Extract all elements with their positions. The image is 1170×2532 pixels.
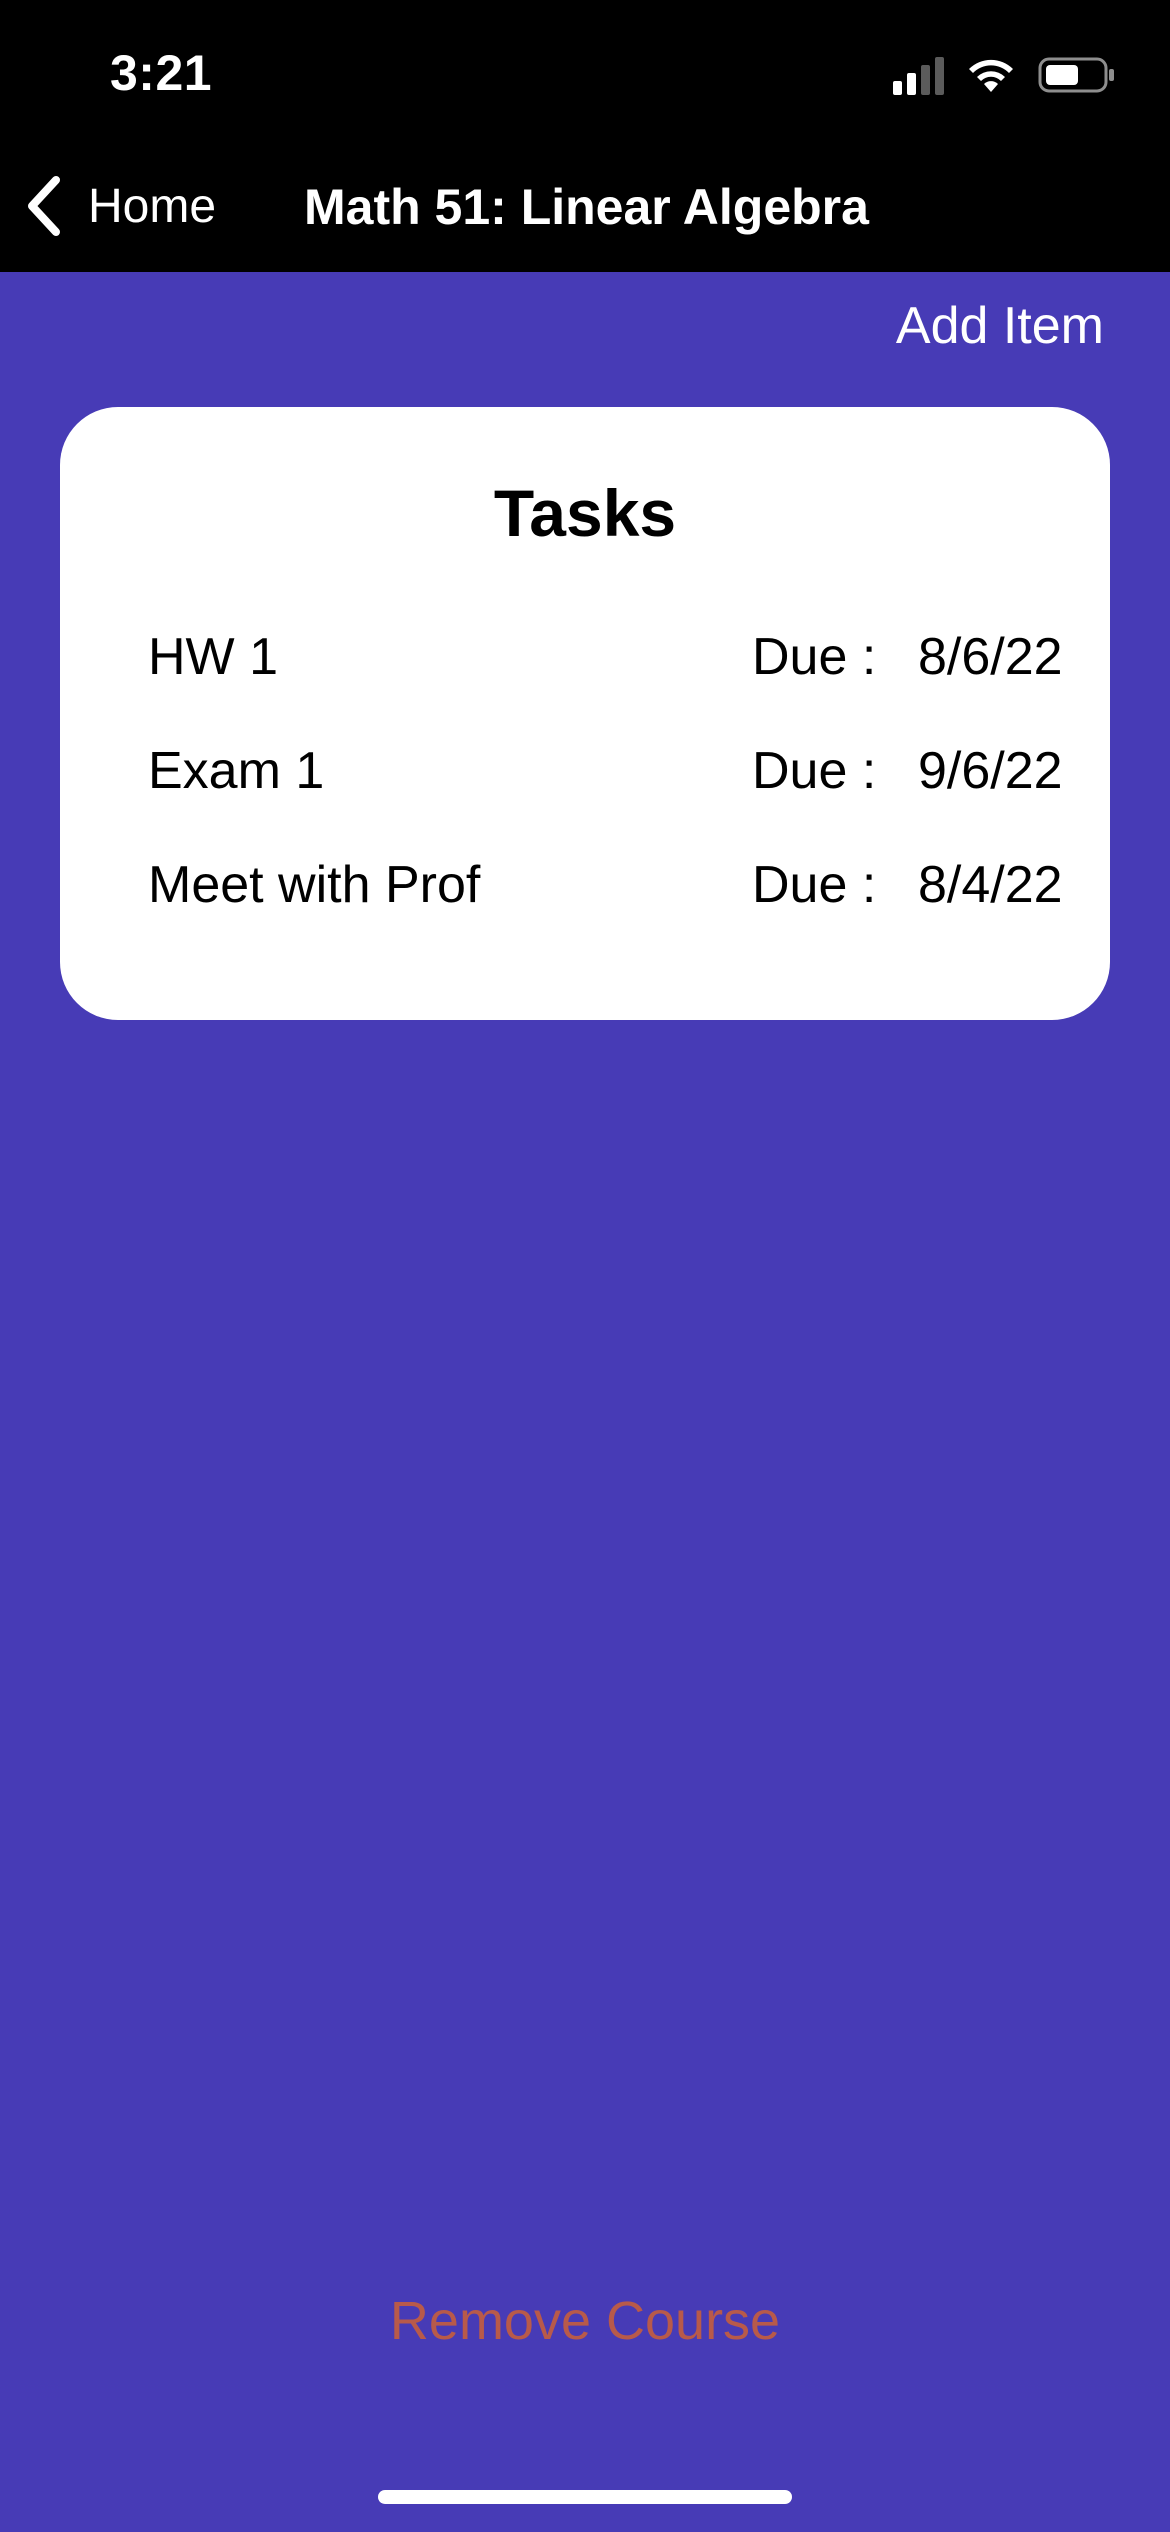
task-row[interactable]: HW 1 Due : 8/6/22: [148, 627, 1078, 697]
battery-icon: [1038, 57, 1114, 93]
status-icons: [893, 50, 1116, 100]
task-due-label: Due :: [752, 742, 877, 800]
task-name: HW 1: [148, 628, 278, 686]
task-due-date: 9/6/22: [918, 742, 1063, 800]
tasks-card-title: Tasks: [493, 476, 677, 550]
task-due-date: 8/4/22: [918, 856, 1063, 914]
task-row[interactable]: Meet with Prof Due : 8/4/22: [148, 855, 1078, 925]
task-row[interactable]: Exam 1 Due : 9/6/22: [148, 741, 1078, 811]
task-name: Meet with Prof: [148, 856, 481, 914]
top-bar: 3:21 Home Math 51: Linear Algebra: [0, 0, 1170, 272]
task-name: Exam 1: [148, 742, 325, 800]
remove-course-button[interactable]: Remove Course: [0, 2290, 1170, 2352]
add-item-button[interactable]: Add Item: [896, 296, 1104, 356]
home-indicator[interactable]: [378, 2490, 792, 2504]
cellular-signal-icon: [893, 55, 944, 95]
tasks-card: Tasks HW 1 Due : 8/6/22 Exam 1 Due : 9/6…: [60, 407, 1110, 1020]
back-button[interactable]: Home: [24, 168, 216, 244]
back-button-label: Home: [88, 179, 217, 233]
page-title: Math 51: Linear Algebra: [304, 179, 869, 235]
task-due-label: Due :: [752, 856, 877, 914]
chevron-left-icon: [28, 176, 60, 236]
wifi-icon: [969, 59, 1013, 92]
task-due-date: 8/6/22: [918, 628, 1063, 686]
status-time: 3:21: [110, 45, 213, 101]
task-due-label: Due :: [752, 628, 877, 686]
